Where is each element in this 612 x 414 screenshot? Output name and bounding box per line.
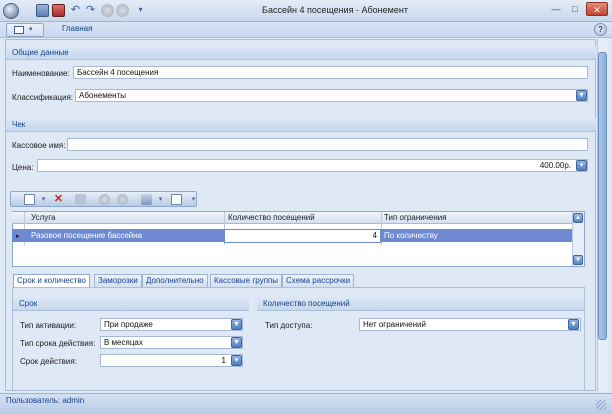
help-icon[interactable]: ? [594, 23, 607, 36]
section-term-header: Срок [13, 297, 249, 311]
ribbon-tab-main[interactable]: Главная [62, 24, 92, 33]
term-label: Срок действия: [20, 357, 77, 366]
row-marker-icon: ▸ [16, 233, 20, 240]
chevron-down-icon[interactable]: ▼ [231, 319, 242, 330]
tab-freezes[interactable]: Заморозки [94, 274, 142, 287]
section-receipt-header: Чек [6, 118, 596, 132]
delete-icon[interactable]: ✕ [53, 194, 64, 205]
price-field[interactable]: 400.00р. [37, 159, 588, 172]
scroll-down-icon[interactable]: ▼ [573, 255, 583, 265]
close-button[interactable]: ✕ [586, 2, 608, 16]
tab-cash-groups[interactable]: Кассовые группы [210, 274, 283, 287]
maximize-button[interactable]: □ [566, 2, 584, 16]
forward-icon[interactable] [116, 4, 129, 17]
new-icon[interactable] [24, 194, 35, 205]
chevron-down-icon[interactable]: ▾ [188, 194, 199, 205]
chevron-down-icon[interactable]: ▾ [38, 194, 49, 205]
save-icon[interactable] [36, 4, 49, 17]
column-header-count[interactable]: Количество посещений [228, 213, 315, 222]
print-icon[interactable] [141, 194, 152, 205]
status-user: Пользователь: admin [6, 396, 85, 405]
cell-count[interactable]: 4 [224, 229, 381, 243]
term-type-select[interactable]: В месяцах [100, 336, 243, 349]
scrollbar-thumb[interactable] [598, 52, 607, 340]
chevron-down-icon[interactable]: ▾ [155, 194, 166, 205]
app-menu-button[interactable]: ▾ [6, 23, 44, 37]
app-logo-icon[interactable] [3, 3, 19, 19]
chevron-down-icon: ▾ [29, 26, 33, 33]
term-type-label: Тип срока действия: [20, 339, 96, 348]
chevron-down-icon[interactable]: ▼ [231, 337, 242, 348]
menu-icon [14, 26, 24, 34]
access-type-label: Тип доступа: [265, 321, 313, 330]
classification-label: Классификация: [12, 93, 74, 102]
status-bar [0, 393, 612, 414]
chevron-down-icon[interactable]: ▼ [568, 319, 579, 330]
tab-term-and-count[interactable]: Срок и количество [13, 274, 90, 288]
tab-installment-scheme[interactable]: Схема рассрочки [282, 274, 355, 287]
save-close-icon[interactable] [52, 4, 65, 17]
price-label: Цена: [12, 163, 34, 172]
access-type-select[interactable]: Нет ограничений [359, 318, 581, 331]
activation-type-label: Тип активации: [20, 321, 77, 330]
undo-icon[interactable]: ↶ [69, 4, 82, 17]
cash-name-label: Кассовое имя: [12, 141, 66, 150]
name-label: Наименование: [12, 69, 70, 78]
cash-name-field[interactable] [67, 138, 588, 151]
classification-select[interactable]: Абонементы [75, 89, 588, 102]
spin-icon[interactable]: ▾ [231, 355, 242, 366]
cell-limit[interactable]: По количеству [384, 231, 438, 240]
column-header-service[interactable]: Услуга [31, 213, 55, 222]
column-header-limit[interactable]: Тип ограничения [384, 213, 447, 222]
cell-service[interactable]: Разовое посещение бассейна [31, 231, 142, 240]
copy-icon[interactable] [75, 194, 86, 205]
section-visits-header: Количество посещений [257, 297, 584, 311]
activation-type-select[interactable]: При продаже [100, 318, 243, 331]
edit-icon[interactable] [171, 194, 182, 205]
customize-quick-access-icon[interactable]: ▾ [134, 4, 147, 17]
resize-grip-icon[interactable] [596, 400, 606, 410]
scroll-up-icon[interactable]: ▲ [573, 213, 583, 223]
up-icon[interactable] [99, 194, 110, 205]
back-icon[interactable] [101, 4, 114, 17]
section-general-header: Общие данные [6, 46, 596, 60]
term-stepper[interactable]: 1 [100, 354, 243, 367]
redo-icon[interactable]: ↷ [84, 4, 97, 17]
down-icon[interactable] [117, 194, 128, 205]
window-title: Бассейн 4 посещения - Абонемент [262, 5, 408, 15]
price-spin-icon[interactable]: ▾ [576, 160, 587, 171]
chevron-down-icon[interactable]: ▼ [576, 90, 587, 101]
minimize-button[interactable]: — [547, 2, 565, 16]
name-field[interactable]: Бассейн 4 посещения [73, 66, 588, 79]
tab-additional[interactable]: Дополнительно [142, 274, 208, 287]
